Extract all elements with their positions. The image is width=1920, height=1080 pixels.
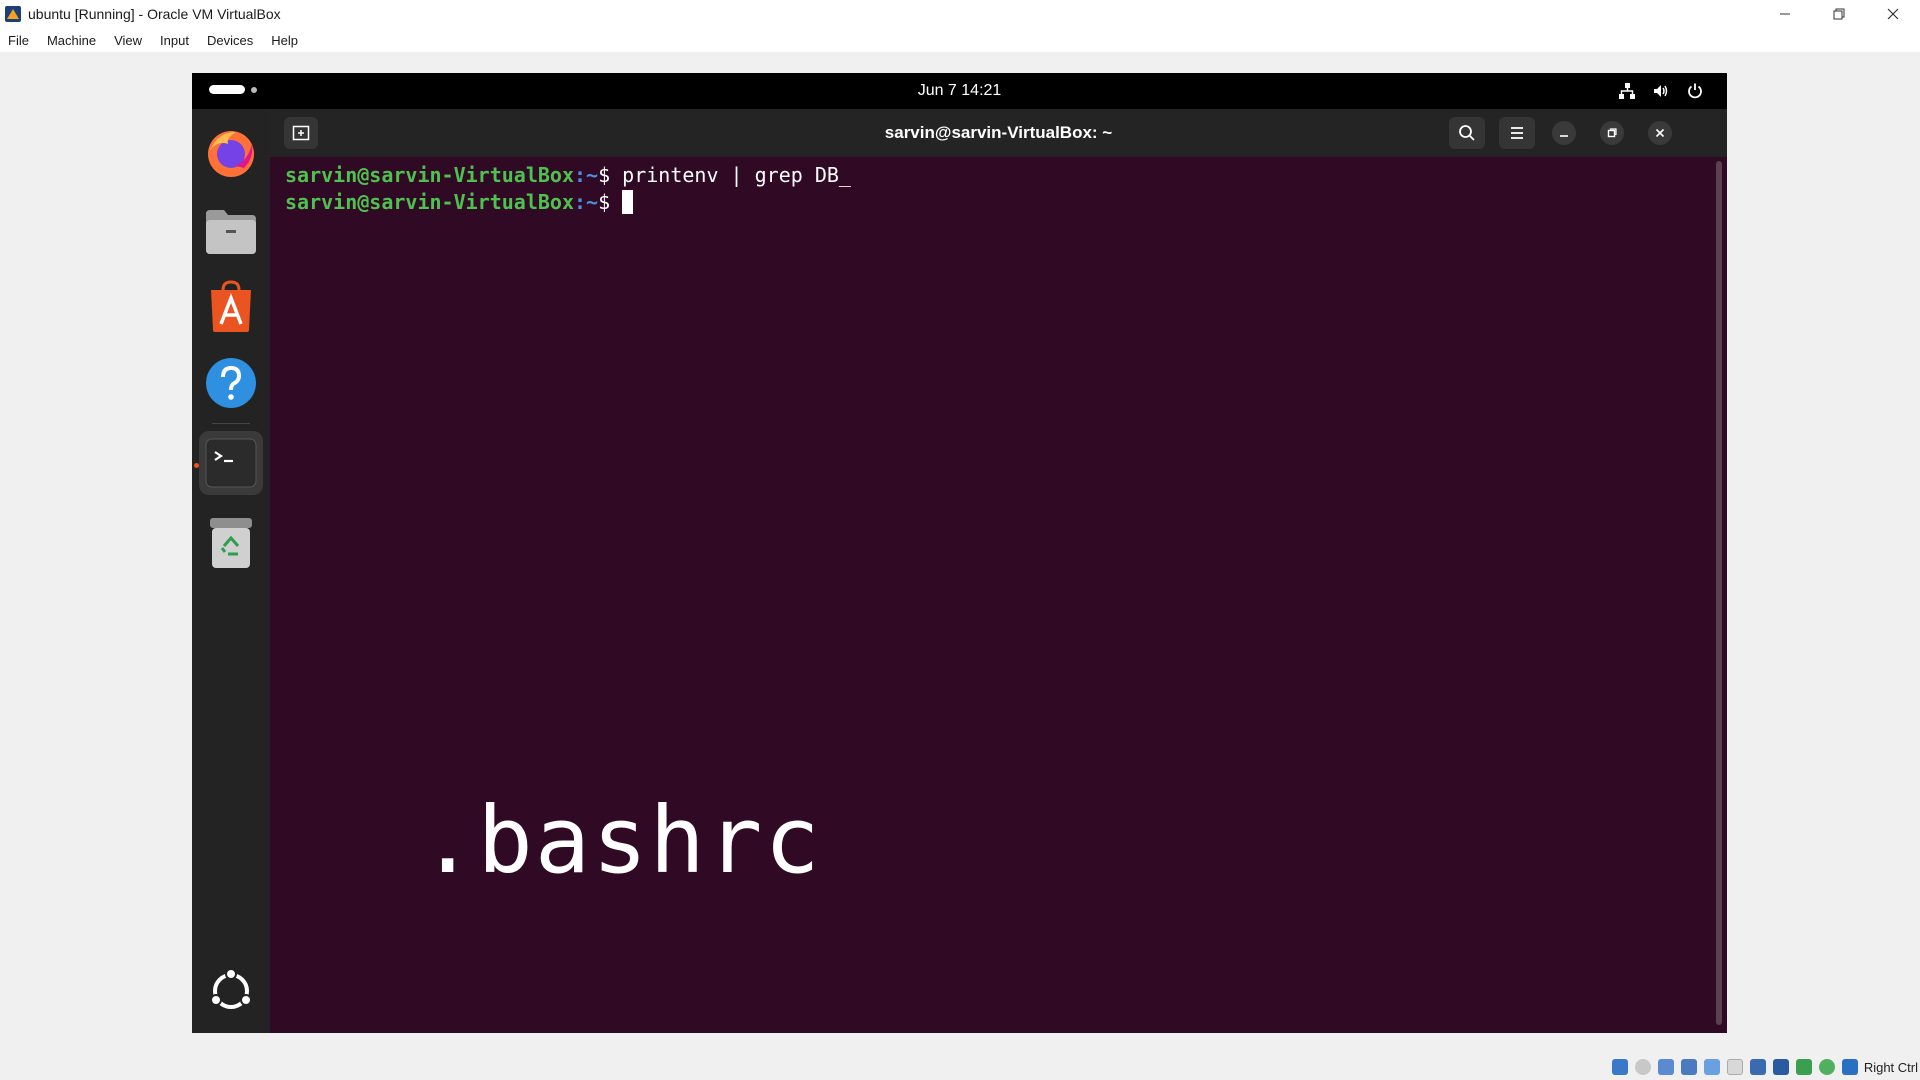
volume-icon[interactable] (1651, 81, 1671, 101)
mouse-integration-icon[interactable] (1841, 1059, 1858, 1075)
firefox-icon (208, 131, 254, 177)
app-center-icon (211, 280, 251, 332)
overlay-caption: .bashrc (420, 787, 822, 894)
terminal-maximize-button[interactable] (1600, 121, 1624, 145)
close-icon (1655, 128, 1665, 138)
clock[interactable]: Jun 7 14:21 (192, 82, 1727, 100)
menu-file[interactable]: File (8, 33, 29, 48)
dock (192, 109, 270, 1033)
audio-icon[interactable] (1657, 1059, 1674, 1075)
terminal-scrollbar[interactable] (1716, 161, 1722, 1025)
host-menubar: File Machine View Input Devices Help (0, 28, 1920, 52)
cpu-icon[interactable] (1795, 1059, 1812, 1075)
gnome-topbar: Jun 7 14:21 (192, 73, 1727, 109)
menu-machine[interactable]: Machine (47, 33, 96, 48)
display-icon[interactable] (1749, 1059, 1766, 1075)
terminal-line: sarvin@sarvin-VirtualBox:~$ printenv | g… (285, 163, 851, 187)
prompt-symbol: $ (598, 190, 623, 214)
close-button[interactable] (1866, 0, 1920, 28)
trash-icon (210, 518, 252, 568)
storage-icon[interactable] (1611, 1059, 1628, 1075)
prompt-symbol: $ (598, 163, 623, 187)
guest-screen[interactable]: Jun 7 14:21 sarvin@sarvin-VirtualBox: ~ … (192, 73, 1727, 1033)
usb-icon[interactable] (1703, 1059, 1720, 1075)
dock-firefox[interactable] (199, 121, 263, 185)
terminal-output[interactable]: sarvin@sarvin-VirtualBox:~$ printenv | g… (270, 157, 1727, 1033)
hamburger-menu-icon (1511, 127, 1523, 139)
prompt-user-host: sarvin@sarvin-VirtualBox (285, 190, 574, 214)
close-icon (1887, 8, 1899, 20)
terminal-search-button[interactable] (1449, 117, 1485, 149)
terminal-close-button[interactable] (1648, 121, 1672, 145)
terminal-icon (205, 438, 257, 488)
virtualbox-icon (4, 5, 22, 23)
dock-show-apps[interactable] (199, 959, 263, 1023)
prompt-path: :~ (573, 163, 599, 187)
restore-icon (1833, 8, 1845, 20)
menu-view[interactable]: View (114, 33, 142, 48)
optical-drive-icon[interactable] (1634, 1059, 1651, 1075)
command-text: printenv | grep DB_ (622, 163, 851, 187)
minimize-icon (1560, 135, 1568, 137)
files-icon (206, 210, 256, 254)
search-icon (1459, 125, 1475, 141)
help-icon (206, 358, 256, 408)
menu-devices[interactable]: Devices (207, 33, 253, 48)
guest-additions-icon[interactable] (1818, 1059, 1835, 1075)
show-apps-icon (210, 968, 252, 1009)
terminal-line: sarvin@sarvin-VirtualBox:~$ (285, 190, 634, 214)
dock-separator (212, 423, 250, 424)
dock-files[interactable] (199, 199, 263, 263)
menu-input[interactable]: Input (160, 33, 189, 48)
terminal-menu-button[interactable] (1499, 117, 1535, 149)
network-adapter-icon[interactable] (1680, 1059, 1697, 1075)
dock-terminal[interactable] (194, 431, 263, 495)
running-indicator (194, 463, 199, 468)
dock-trash[interactable] (199, 511, 263, 575)
minimize-icon (1780, 13, 1790, 15)
system-tray[interactable] (1603, 81, 1705, 101)
dock-help[interactable] (199, 351, 263, 415)
prompt-path: :~ (573, 190, 599, 214)
menu-help[interactable]: Help (271, 33, 298, 48)
video-capture-icon[interactable] (1772, 1059, 1789, 1075)
shared-folders-icon[interactable] (1726, 1059, 1743, 1075)
dock-app-center[interactable] (199, 275, 263, 339)
host-statusbar: Right Ctrl (0, 1054, 1920, 1080)
restore-button[interactable] (1812, 0, 1866, 28)
terminal-headerbar: sarvin@sarvin-VirtualBox: ~ (270, 109, 1727, 157)
host-key-label[interactable]: Right Ctrl (1864, 1060, 1918, 1075)
restore-icon (1607, 128, 1617, 138)
window-title: ubuntu [Running] - Oracle VM VirtualBox (28, 6, 281, 22)
text-cursor (622, 190, 634, 214)
terminal-minimize-button[interactable] (1552, 121, 1576, 145)
power-icon[interactable] (1685, 81, 1705, 101)
prompt-user-host: sarvin@sarvin-VirtualBox (285, 163, 574, 187)
host-titlebar: ubuntu [Running] - Oracle VM VirtualBox (0, 0, 1920, 28)
network-icon[interactable] (1617, 81, 1637, 101)
minimize-button[interactable] (1758, 0, 1812, 28)
